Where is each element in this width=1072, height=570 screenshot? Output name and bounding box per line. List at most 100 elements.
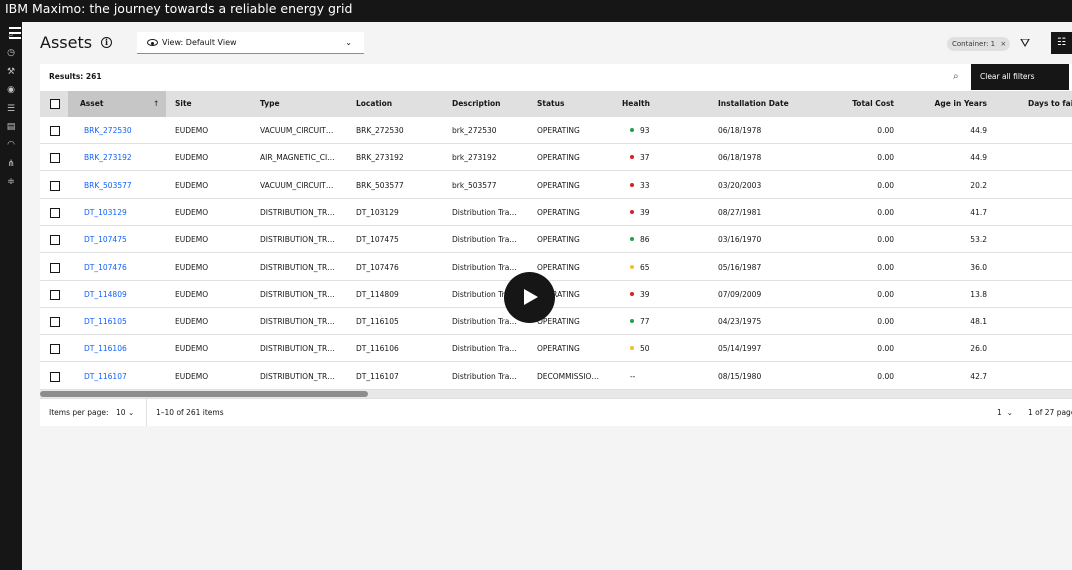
- cell-asset[interactable]: DT_116106: [84, 335, 127, 362]
- cell-location-text: DT_116106: [356, 344, 399, 354]
- filter-tag-close-icon[interactable]: ×: [1000, 40, 1006, 48]
- table-row[interactable]: DT_103129 EUDEMO DISTRIBUTION_TR… DT_103129…: [40, 198, 1072, 226]
- scrollbar-thumb[interactable]: [40, 391, 368, 397]
- cell-asset[interactable]: BRK_273192: [84, 144, 132, 171]
- cell-site-text: EUDEMO: [175, 153, 209, 163]
- cell-status: OPERATING: [537, 226, 580, 253]
- row-checkbox[interactable]: [50, 235, 60, 246]
- checklist-icon[interactable]: ☰: [3, 102, 19, 116]
- column-header-location[interactable]: Location: [356, 91, 392, 117]
- cell-asset[interactable]: DT_116105: [84, 308, 127, 335]
- column-header-asset[interactable]: Asset: [80, 91, 103, 117]
- list-view-toggle-icon[interactable]: ☷: [1051, 32, 1072, 54]
- column-header-type[interactable]: Type: [260, 91, 280, 117]
- cell-type-text: DISTRIBUTION_TR…: [260, 289, 335, 299]
- cell-description: Distribution Tra…: [452, 363, 517, 390]
- cell-asset[interactable]: DT_116107: [84, 363, 127, 390]
- hierarchy-icon[interactable]: ⋔: [3, 157, 19, 171]
- column-header-health[interactable]: Health: [622, 91, 650, 117]
- cell-site-text: EUDEMO: [175, 180, 209, 190]
- filter-icon[interactable]: ⛛: [1020, 36, 1030, 51]
- table-row[interactable]: DT_116107 EUDEMO DISTRIBUTION_TR… DT_116107…: [40, 362, 1072, 390]
- column-header-total-cost[interactable]: Total Cost: [840, 91, 894, 117]
- health-status-dot: [630, 346, 634, 351]
- search-icon[interactable]: ⌕: [953, 71, 959, 82]
- row-checkbox[interactable]: [50, 180, 60, 191]
- column-header-site[interactable]: Site: [175, 91, 192, 117]
- cell-asset[interactable]: BRK_272530: [84, 117, 132, 144]
- cell-asset[interactable]: DT_107476: [84, 254, 127, 281]
- cell-health-text: 93: [640, 126, 650, 135]
- cell-site: EUDEMO: [175, 117, 208, 144]
- column-header-status[interactable]: Status: [537, 91, 564, 117]
- cell-location-text: BRK_273192: [356, 153, 404, 163]
- column-header-description[interactable]: Description: [452, 91, 501, 117]
- clear-all-filters-button[interactable]: Clear all filters: [971, 64, 1069, 90]
- cell-total-cost-text: 0.00: [877, 207, 894, 217]
- cell-location: BRK_503577: [356, 172, 404, 199]
- cell-health: 93: [630, 117, 650, 144]
- gauge-icon[interactable]: ◠: [3, 138, 19, 152]
- cell-site-text: EUDEMO: [175, 344, 209, 354]
- cell-total-cost: 0.00: [840, 144, 894, 171]
- page-select[interactable]: 1 ⌄: [997, 399, 1013, 426]
- row-checkbox[interactable]: [50, 153, 60, 164]
- sort-arrow-icon[interactable]: ↑: [153, 91, 159, 117]
- cell-asset[interactable]: DT_107475: [84, 226, 127, 253]
- table-row[interactable]: BRK_272530 EUDEMO VACUUM_CIRCUIT… BRK_27253…: [40, 117, 1072, 144]
- cell-site-text: EUDEMO: [175, 235, 209, 245]
- row-checkbox[interactable]: [50, 371, 60, 382]
- cell-installation-date: 05/16/1987: [718, 254, 761, 281]
- table-row[interactable]: DT_107476 EUDEMO DISTRIBUTION_TR… DT_107476…: [40, 253, 1072, 281]
- row-checkbox[interactable]: [50, 344, 60, 355]
- table-row[interactable]: BRK_273192 EUDEMO AIR_MAGNETIC_CI… BRK_2731…: [40, 144, 1072, 172]
- health-status-dot: [630, 209, 634, 214]
- cell-site: EUDEMO: [175, 172, 208, 199]
- row-checkbox[interactable]: [50, 317, 60, 328]
- table-row[interactable]: BRK_503577 EUDEMO VACUUM_CIRCUIT… BRK_50357…: [40, 171, 1072, 199]
- clock-icon[interactable]: ◷: [3, 46, 19, 60]
- filter-tag[interactable]: Container: 1 ×: [947, 37, 1011, 51]
- column-header-installation-date[interactable]: Installation Date: [718, 91, 789, 117]
- play-icon[interactable]: [504, 272, 555, 323]
- view-dropdown[interactable]: View: Default View ⌄: [137, 32, 364, 54]
- cell-installation-date: 04/23/1975: [718, 308, 761, 335]
- cell-type-text: DISTRIBUTION_TR…: [260, 235, 335, 245]
- cell-health: 50: [630, 335, 650, 362]
- cell-installation-date-text: 03/16/1970: [718, 235, 762, 245]
- column-header-age-in-years[interactable]: Age in Years: [920, 91, 987, 117]
- sliders-icon[interactable]: ≑: [3, 175, 19, 189]
- dashboard-icon[interactable]: ▤: [3, 120, 19, 134]
- cell-installation-date-text: 07/09/2009: [718, 289, 762, 299]
- row-checkbox[interactable]: [50, 289, 60, 300]
- cell-asset-text: BRK_273192: [84, 153, 132, 163]
- cell-asset[interactable]: BRK_503577: [84, 172, 132, 199]
- cell-age-in-years: 26.0: [920, 335, 987, 362]
- row-checkbox[interactable]: [50, 262, 60, 273]
- location-icon[interactable]: ◉: [3, 83, 19, 97]
- items-per-page-select[interactable]: 10 ⌄: [116, 399, 134, 426]
- cell-site: EUDEMO: [175, 308, 208, 335]
- column-header-days-to-failure[interactable]: Days to fail: [1028, 91, 1072, 117]
- row-checkbox[interactable]: [50, 207, 60, 218]
- cell-location-text: DT_114809: [356, 289, 399, 299]
- cell-asset[interactable]: DT_114809: [84, 281, 127, 308]
- cell-type-text: AIR_MAGNETIC_CI…: [260, 153, 335, 163]
- cell-asset-text: DT_116107: [84, 371, 127, 381]
- cell-description: brk_272530: [452, 117, 497, 144]
- table-row[interactable]: DT_116106 EUDEMO DISTRIBUTION_TR… DT_116106…: [40, 335, 1072, 363]
- table-row[interactable]: DT_114809 EUDEMO DISTRIBUTION_TR… DT_114809…: [40, 280, 1072, 308]
- select-all-checkbox[interactable]: [50, 99, 60, 109]
- health-status-dot: [630, 291, 634, 296]
- row-checkbox[interactable]: [50, 126, 60, 136]
- hamburger-menu-icon[interactable]: [9, 27, 21, 42]
- wrench-icon[interactable]: ⚒: [3, 65, 19, 79]
- cell-health: 77: [630, 308, 650, 335]
- cell-type: DISTRIBUTION_TR…: [260, 254, 335, 281]
- cell-description: Distribution Tra…: [452, 199, 517, 226]
- horizontal-scrollbar[interactable]: [40, 390, 1072, 398]
- cell-asset[interactable]: DT_103129: [84, 199, 127, 226]
- table-row[interactable]: DT_116105 EUDEMO DISTRIBUTION_TR… DT_116105…: [40, 308, 1072, 336]
- info-icon[interactable]: i: [101, 37, 112, 48]
- table-row[interactable]: DT_107475 EUDEMO DISTRIBUTION_TR… DT_107475…: [40, 226, 1072, 254]
